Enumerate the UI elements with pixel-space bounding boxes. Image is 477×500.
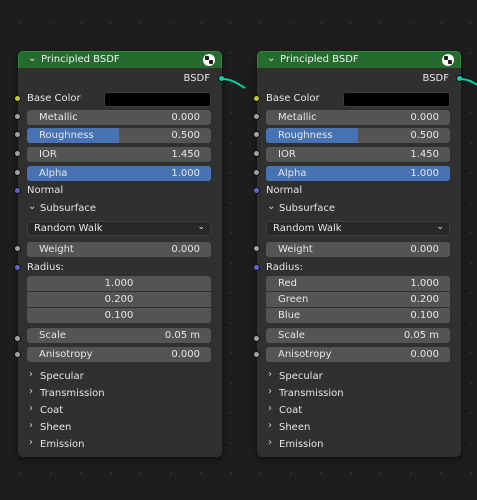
node-links [221,78,477,89]
node-2-output-link[interactable] [459,78,477,86]
node-1-output-link[interactable] [221,78,246,89]
